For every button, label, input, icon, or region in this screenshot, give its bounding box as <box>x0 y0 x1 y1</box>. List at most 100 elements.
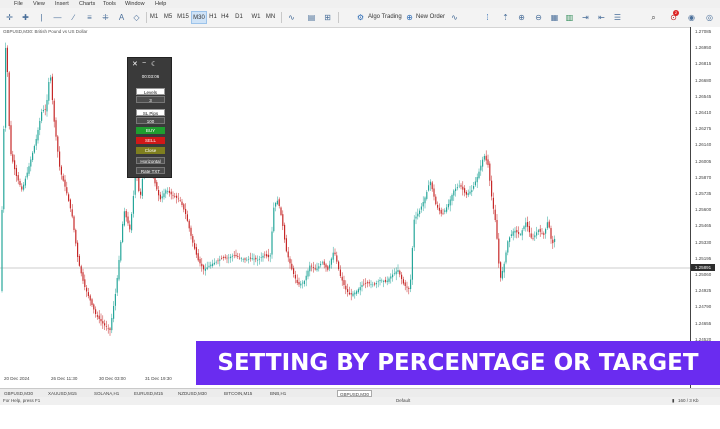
menu-help[interactable]: Help <box>155 0 166 8</box>
candle-body <box>253 258 255 260</box>
chart-tab-active[interactable]: GBPUSD,M30 <box>337 390 373 397</box>
candle-body <box>111 318 113 331</box>
trendline-icon[interactable]: ∕ <box>68 12 79 23</box>
sl-pips-input[interactable]: 100 <box>136 117 165 124</box>
menu-view[interactable]: View <box>33 0 45 8</box>
fibonacci-icon[interactable]: ⁜ <box>100 12 111 23</box>
candle-body <box>467 193 469 196</box>
candle-body <box>194 243 196 249</box>
candle-body <box>23 184 25 190</box>
candle-body <box>433 188 435 197</box>
menu-window[interactable]: Window <box>125 0 145 8</box>
chart-shift-icon[interactable]: ⇤ <box>596 12 607 23</box>
menu-insert[interactable]: Insert <box>55 0 69 8</box>
search-icon[interactable]: ⌕ <box>648 12 659 23</box>
zoom-out-icon[interactable]: ⊖ <box>533 12 544 23</box>
tf-h4[interactable]: H4 <box>220 11 230 24</box>
candle-body <box>109 328 111 330</box>
properties-icon[interactable]: ☰ <box>612 12 623 23</box>
indicator-list-icon[interactable]: ⊞ <box>322 12 333 23</box>
menu-tools[interactable]: Tools <box>103 0 116 8</box>
text-tool-icon[interactable]: A <box>116 12 127 23</box>
menu-file[interactable]: File <box>14 0 23 8</box>
channel-icon[interactable]: ≡ <box>84 12 95 23</box>
chart-tab[interactable]: BITCOIN,M15 <box>224 390 252 397</box>
candle-body <box>168 190 170 193</box>
chart-up-icon[interactable]: ⇡ <box>500 12 511 23</box>
candle-body <box>215 261 217 263</box>
levels-input[interactable]: 3 <box>136 96 165 103</box>
profile-icon[interactable]: ◉ <box>686 12 697 23</box>
candle-body <box>208 265 210 267</box>
candle-body <box>458 185 460 187</box>
minimize-icon[interactable]: − <box>142 60 146 67</box>
tf-m15[interactable]: M15 <box>176 11 190 24</box>
zoom-in-icon[interactable]: ⊕ <box>516 12 527 23</box>
vertical-line-icon[interactable]: | <box>36 12 47 23</box>
candle-body <box>462 186 464 190</box>
candle-body <box>546 222 548 229</box>
candle-body <box>204 268 206 271</box>
price-label: 1.25735 <box>695 191 712 196</box>
shapes-icon[interactable]: ◇ <box>131 12 142 23</box>
notification-badge: 2 <box>673 10 679 16</box>
close-icon[interactable]: ✕ <box>132 60 138 68</box>
sell-button[interactable]: SELL <box>136 137 165 144</box>
depth-of-market-icon[interactable]: ⁞ <box>482 12 493 23</box>
candle-body <box>294 274 296 279</box>
candle-body <box>460 185 462 187</box>
candle-body <box>212 263 214 266</box>
menu-charts[interactable]: Charts <box>79 0 95 8</box>
price-chart[interactable] <box>0 35 690 388</box>
candle-body <box>500 262 502 278</box>
candle-body <box>329 264 331 269</box>
grid-icon[interactable]: ▦ <box>549 12 560 23</box>
chart-tab[interactable]: BNB,H1 <box>270 390 286 397</box>
theme-toggle-icon[interactable]: ☾ <box>151 60 157 68</box>
tf-m5[interactable]: M5 <box>162 11 174 24</box>
candle-body <box>138 176 140 191</box>
toolbar: ✛ ✚ | — ∕ ≡ ⁜ A ◇ M1 M5 M15 M30 H1 H4 D1… <box>0 8 720 28</box>
close-button[interactable]: Close <box>136 147 165 154</box>
chart-tab[interactable]: SOLANA,H1 <box>94 390 119 397</box>
autoscroll-icon[interactable]: ⇥ <box>580 12 591 23</box>
chart-template-icon[interactable]: ▤ <box>306 12 317 23</box>
market-watch-icon[interactable]: ∿ <box>449 12 460 23</box>
algo-trading-icon[interactable]: ⚙ <box>355 12 366 23</box>
tf-m30[interactable]: M30 <box>191 11 207 24</box>
chart-tab[interactable]: GBPUSD,M30 <box>4 390 33 397</box>
tf-d1[interactable]: D1 <box>234 11 244 24</box>
chart-type-icon[interactable]: ∿ <box>286 12 297 23</box>
horizontal-line-icon[interactable]: — <box>52 12 63 23</box>
candle-body <box>554 238 556 242</box>
price-label: 1.24655 <box>695 320 712 326</box>
new-order-button[interactable]: New Order <box>416 11 446 24</box>
tf-w1[interactable]: W1 <box>250 11 262 24</box>
candle-body <box>395 271 397 275</box>
tf-h1[interactable]: H1 <box>208 11 218 24</box>
candle-body <box>66 187 68 194</box>
candle-body <box>413 219 415 248</box>
chart-tab[interactable]: NZDUSD,M30 <box>178 390 207 397</box>
buy-button[interactable]: BUY <box>136 127 165 134</box>
horizontal-button[interactable]: Horizontal <box>136 157 165 164</box>
chart-tab[interactable]: EURUSD,M15 <box>134 390 163 397</box>
price-label: 1.24925 <box>695 288 712 294</box>
candle-body <box>528 226 530 233</box>
new-order-icon[interactable]: ⊕ <box>404 12 415 23</box>
rate-txt-button[interactable]: Rate TXT <box>136 167 165 174</box>
candle-body <box>489 163 491 181</box>
price-axis[interactable]: 1.27085 1.26950 1.26815 1.26680 1.26545 1.264… <box>690 27 720 388</box>
candle-body <box>91 299 93 305</box>
chart-tab[interactable]: XAUUSD,M15 <box>48 390 77 397</box>
tf-m1[interactable]: M1 <box>148 11 160 24</box>
candle-body <box>305 275 307 281</box>
crosshair-icon[interactable]: ✛ <box>4 12 15 23</box>
cursor-icon[interactable]: ✚ <box>20 12 31 23</box>
algo-trading-button[interactable]: Algo Trading <box>368 11 404 24</box>
tf-mn[interactable]: MN <box>264 11 277 24</box>
candle-body <box>125 211 127 218</box>
account-icon[interactable]: ◎ <box>704 12 715 23</box>
candle-body <box>84 279 86 287</box>
tile-windows-icon[interactable]: ▥ <box>564 12 575 23</box>
